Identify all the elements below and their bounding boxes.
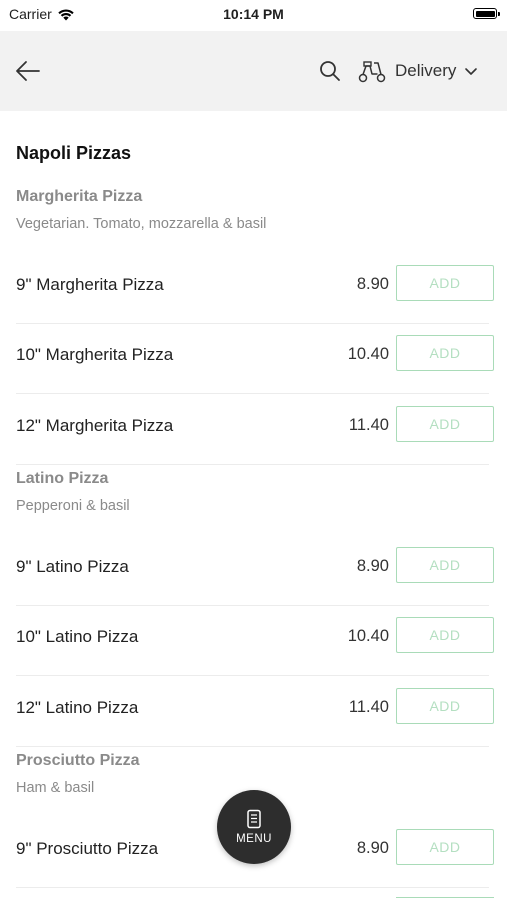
item-name: 9" Prosciutto Pizza xyxy=(16,839,159,858)
divider xyxy=(16,675,489,676)
back-button[interactable] xyxy=(12,55,44,87)
menu-item-row: 12" Margherita Pizza 11.40 ADD xyxy=(0,395,507,465)
group-name: Margherita Pizza xyxy=(16,188,143,205)
add-button[interactable]: ADD xyxy=(396,335,494,371)
item-price: 11.40 xyxy=(348,698,389,716)
group-description: Vegetarian. Tomato, mozzarella & basil xyxy=(16,216,267,232)
menu-button-label: MENU xyxy=(236,833,272,845)
scooter-icon xyxy=(358,61,386,83)
divider xyxy=(16,464,489,465)
group-description: Ham & basil xyxy=(16,780,95,796)
battery-icon xyxy=(473,8,500,19)
battery-level xyxy=(475,10,495,17)
menu-item-row: 12" Latino Pizza 11.40 ADD xyxy=(0,677,507,747)
divider xyxy=(16,887,489,888)
menu-button[interactable]: MENU xyxy=(217,790,291,864)
arrow-left-icon xyxy=(16,61,40,81)
delivery-selector[interactable]: Delivery xyxy=(357,55,478,87)
delivery-label: Delivery xyxy=(395,61,457,80)
item-price: 8.90 xyxy=(356,275,389,293)
search-button[interactable] xyxy=(318,59,342,83)
status-time: 10:14 PM xyxy=(223,6,284,22)
add-button[interactable] xyxy=(396,897,494,901)
item-price: 11.40 xyxy=(348,416,389,434)
add-button[interactable]: ADD xyxy=(396,547,494,583)
section-title: Napoli Pizzas xyxy=(16,143,132,163)
item-price: 10.40 xyxy=(347,627,389,645)
menu-item-row: 9" Latino Pizza 8.90 ADD xyxy=(0,536,507,606)
item-price: 8.90 xyxy=(356,839,389,857)
add-button[interactable]: ADD xyxy=(396,829,494,865)
item-name: 9" Margherita Pizza xyxy=(16,275,164,294)
menu-item-row: 9" Margherita Pizza 8.90 ADD xyxy=(0,254,507,324)
menu-icon xyxy=(247,809,261,829)
item-price: 10.40 xyxy=(347,345,389,363)
add-button[interactable]: ADD xyxy=(396,617,494,653)
search-icon xyxy=(320,61,340,81)
item-price: 8.90 xyxy=(356,557,389,575)
add-button[interactable]: ADD xyxy=(396,406,494,442)
add-button[interactable]: ADD xyxy=(396,688,494,724)
app-header: Delivery xyxy=(0,31,507,111)
item-name: 9" Latino Pizza xyxy=(16,557,129,576)
group-name: Latino Pizza xyxy=(16,470,109,487)
add-button[interactable]: ADD xyxy=(396,265,494,301)
item-name: 12" Latino Pizza xyxy=(16,698,139,717)
group-name: Prosciutto Pizza xyxy=(16,752,140,769)
menu-item-row: 10" Margherita Pizza 10.40 ADD xyxy=(0,324,507,394)
item-name: 10" Latino Pizza xyxy=(16,627,139,646)
divider xyxy=(16,746,489,747)
divider xyxy=(16,393,489,394)
status-bar: Carrier 10:14 PM xyxy=(0,0,507,30)
chevron-down-icon xyxy=(465,68,478,75)
menu-item-row: 10" Latino Pizza 10.40 ADD xyxy=(0,606,507,676)
item-name: 12" Margherita Pizza xyxy=(16,416,174,435)
group-description: Pepperoni & basil xyxy=(16,498,130,514)
item-name: 10" Margherita Pizza xyxy=(16,345,174,364)
